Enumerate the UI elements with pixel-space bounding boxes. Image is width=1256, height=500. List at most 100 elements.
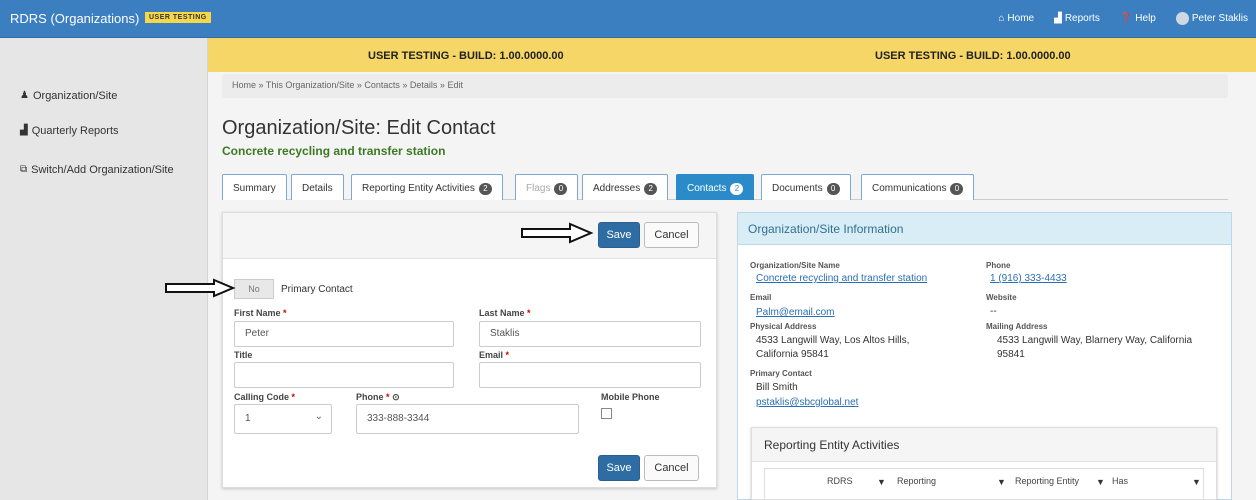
phone-field[interactable]: 333-888-3344 [356, 404, 579, 434]
last-name-field[interactable]: Staklis [479, 321, 701, 347]
banner-text-left: USER TESTING - BUILD: 1.00.0000.00 [368, 50, 564, 62]
app-brand[interactable]: RDRS (Organizations) [10, 11, 139, 26]
save-button-bottom[interactable]: Save [598, 455, 640, 481]
right-arrow-annotation [521, 222, 594, 244]
user-icon: ♟ [20, 90, 29, 101]
right-arrow-annotation [165, 278, 236, 298]
email-field[interactable] [479, 362, 701, 388]
first-name-label: First Name * [234, 308, 287, 318]
cancel-button-bottom[interactable]: Cancel [644, 455, 699, 481]
physical-address-label: Physical Address [750, 322, 817, 331]
bar-chart-icon: ▟ [20, 125, 28, 136]
column-header[interactable]: Has [1112, 475, 1128, 487]
filter-icon[interactable]: ▼ [1192, 477, 1201, 487]
label-text: First Name [234, 308, 281, 318]
sidebar-item-organization[interactable]: ♟ Organization/Site [20, 90, 117, 102]
email-info-label: Email [750, 293, 772, 302]
info-panel-title: Organization/Site Information [738, 213, 1231, 245]
chevron-down-icon: ⌄ [314, 411, 323, 422]
first-name-field[interactable]: Peter [234, 321, 454, 347]
physical-address-line2: California 95841 [756, 349, 829, 360]
primary-contact-info-label: Primary Contact [750, 369, 812, 378]
required-marker: * [291, 392, 296, 402]
primary-contact-email-link[interactable]: pstaklis@sbcglobal.net [756, 397, 858, 408]
tab-count-badge: 2 [478, 183, 492, 195]
page-subtitle: Concrete recycling and transfer station [222, 144, 446, 158]
tab-label: Communications [872, 183, 947, 194]
sidebar-item-quarterly-reports[interactable]: ▟ Quarterly Reports [20, 125, 119, 137]
save-button[interactable]: Save [598, 222, 640, 248]
required-marker: * [505, 350, 510, 360]
tab-contacts[interactable]: Contacts 2 [676, 174, 755, 200]
nav-reports-label: Reports [1064, 13, 1100, 24]
filter-icon[interactable]: ▼ [997, 477, 1006, 487]
phone-link[interactable]: 1 (916) 333-4433 [990, 273, 1067, 284]
banner-text-right: USER TESTING - BUILD: 1.00.0000.00 [875, 50, 1071, 62]
page-title: Organization/Site: Edit Contact [222, 117, 496, 139]
sidebar: ♟ Organization/Site ▟ Quarterly Reports … [0, 38, 208, 500]
tab-summary[interactable]: Summary [222, 174, 287, 200]
tab-label: Addresses [593, 183, 641, 194]
tab-flags[interactable]: Flags 0 [515, 174, 579, 200]
tab-label: Documents [772, 183, 823, 194]
cancel-button[interactable]: Cancel [644, 222, 699, 248]
org-name-link[interactable]: Concrete recycling and transfer station [756, 273, 927, 284]
reporting-entity-activities-panel: Reporting Entity Activities RDRS ▼ Repor… [751, 427, 1217, 500]
reports-icon: ▟ [1054, 12, 1062, 24]
column-header[interactable]: Reporting Entity [1015, 475, 1079, 487]
tab-label: Reporting Entity Activities [362, 183, 475, 194]
email-label: Email * [479, 350, 509, 360]
filter-icon[interactable]: ▼ [1096, 477, 1105, 487]
calling-code-select[interactable]: 1 ⌄ [234, 404, 332, 434]
phone-info-label: Phone [986, 261, 1011, 270]
tab-addresses[interactable]: Addresses 2 [582, 174, 669, 200]
form-panel-header: Save Cancel [223, 213, 716, 259]
mailing-address-label: Mailing Address [986, 322, 1048, 331]
primary-contact-toggle[interactable]: No [234, 279, 274, 299]
website-label: Website [986, 293, 1017, 302]
tab-documents[interactable]: Documents 0 [761, 174, 851, 200]
email-link[interactable]: Palm@email.com [756, 307, 835, 318]
nav-user-label: Peter Staklis [1191, 13, 1248, 24]
nav-home[interactable]: ⌂ Home [998, 12, 1034, 25]
mobile-phone-checkbox[interactable] [601, 408, 612, 419]
nav-help[interactable]: ❓ Help [1120, 12, 1156, 25]
help-icon: ❓ [1119, 12, 1133, 24]
tab-label: Contacts [687, 183, 727, 194]
tab-details[interactable]: Details [291, 174, 344, 200]
tab-count-badge: 2 [644, 183, 658, 195]
rea-table: RDRS ▼ Reporting ▼ Reporting Entity ▼ Ha… [764, 468, 1204, 500]
tab-label: Details [302, 183, 333, 194]
last-name-label: Last Name * [479, 308, 531, 318]
sidebar-item-switch-org[interactable]: ⧉ Switch/Add Organization/Site [20, 164, 174, 176]
tab-reporting-entity-activities[interactable]: Reporting Entity Activities 2 [351, 174, 503, 200]
website-value: -- [990, 306, 997, 317]
title-field[interactable] [234, 362, 454, 388]
calling-code-label: Calling Code * [234, 392, 295, 402]
home-icon: ⌂ [998, 12, 1005, 24]
nav-user[interactable]: Peter Staklis [1175, 12, 1248, 25]
user-avatar [1175, 12, 1189, 25]
mailing-address-line1: 4533 Langwill Way, Blarnery Way, Califor… [997, 335, 1193, 346]
nav-help-label: Help [1135, 13, 1156, 24]
tab-communications[interactable]: Communications 0 [861, 174, 975, 200]
sidebar-item-label: Switch/Add Organization/Site [31, 164, 174, 176]
required-marker: * [386, 392, 390, 402]
phone-label: Phone * ⊙ [356, 392, 400, 403]
label-text: Last Name [479, 308, 525, 318]
sidebar-item-label: Organization/Site [32, 90, 118, 102]
breadcrumb[interactable]: Home » This Organization/Site » Contacts… [222, 74, 1228, 98]
label-text: Calling Code [234, 392, 290, 402]
tab-count-badge: 0 [554, 183, 568, 195]
top-navbar: RDRS (Organizations) USER TESTING ⌂ Home… [0, 0, 1256, 38]
column-header[interactable]: Reporting [897, 475, 936, 487]
mailing-address-line2: 95841 [997, 349, 1025, 360]
nav-reports[interactable]: ▟ Reports [1054, 12, 1100, 25]
help-circle-icon[interactable]: ⊙ [392, 392, 400, 402]
user-testing-badge: USER TESTING [145, 12, 211, 23]
sidebar-item-label: Quarterly Reports [31, 125, 119, 137]
filter-icon[interactable]: ▼ [877, 477, 886, 487]
tab-count-badge: 0 [826, 183, 840, 195]
column-header[interactable]: RDRS [827, 475, 853, 487]
title-label: Title [234, 350, 252, 360]
